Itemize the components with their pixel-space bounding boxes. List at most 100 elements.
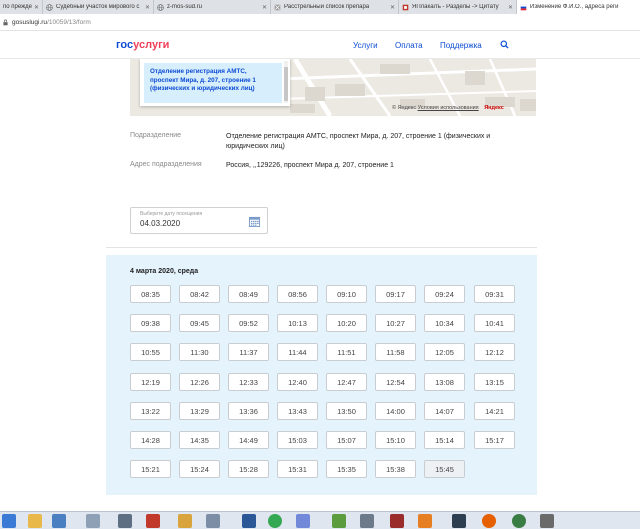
time-slot[interactable]: 08:35	[130, 285, 171, 303]
media-icon[interactable]	[206, 514, 220, 528]
nav-payment-link[interactable]: Оплата	[395, 41, 423, 50]
time-slot[interactable]: 09:24	[424, 285, 465, 303]
time-slot[interactable]: 13:43	[277, 402, 318, 420]
time-slot[interactable]: 10:27	[375, 314, 416, 332]
browser-tab[interactable]: по прежде ✕	[0, 0, 43, 14]
time-slot[interactable]: 13:15	[474, 373, 515, 391]
time-slot[interactable]: 14:35	[179, 431, 220, 449]
time-slot[interactable]: 15:38	[375, 460, 416, 478]
scissors-icon[interactable]	[86, 514, 100, 528]
app-icon-2[interactable]	[360, 514, 374, 528]
firefox-icon[interactable]	[482, 514, 496, 528]
time-slot[interactable]: 13:22	[130, 402, 171, 420]
time-slot[interactable]: 15:24	[179, 460, 220, 478]
time-slot[interactable]: 14:28	[130, 431, 171, 449]
tab-title: Изменение Ф.И.О., адреса реги	[530, 4, 619, 10]
discord-icon[interactable]	[296, 514, 310, 528]
app-icon-5[interactable]	[452, 514, 466, 528]
date-field-value[interactable]: 04.03.2020	[140, 219, 180, 228]
chrome-icon[interactable]	[268, 514, 282, 528]
time-slot[interactable]: 08:56	[277, 285, 318, 303]
time-slot-selected[interactable]: 15:45	[424, 460, 465, 478]
time-slot[interactable]: 12:26	[179, 373, 220, 391]
app-icon-4[interactable]	[418, 514, 432, 528]
settings-app-icon[interactable]	[332, 514, 346, 528]
time-slot[interactable]: 10:34	[424, 314, 465, 332]
tab-title: z-mos-sud.ru	[167, 4, 203, 10]
time-slot[interactable]: 08:42	[179, 285, 220, 303]
file-explorer-icon[interactable]	[28, 514, 42, 528]
time-slot[interactable]: 09:52	[228, 314, 269, 332]
time-slot[interactable]: 15:31	[277, 460, 318, 478]
time-slot[interactable]: 12:54	[375, 373, 416, 391]
time-slot[interactable]: 11:51	[326, 343, 367, 361]
gosuslugi-logo[interactable]: госуслуги	[116, 39, 169, 51]
time-slot[interactable]: 13:36	[228, 402, 269, 420]
browser-tab-active[interactable]: Изменение Ф.И.О., адреса реги	[517, 0, 640, 14]
nav-support-link[interactable]: Поддержка	[440, 41, 482, 50]
time-slot[interactable]: 15:07	[326, 431, 367, 449]
time-slot[interactable]: 11:44	[277, 343, 318, 361]
map-terms-link[interactable]: Условия использования	[418, 105, 479, 111]
time-slot[interactable]: 12:33	[228, 373, 269, 391]
time-slot[interactable]: 14:07	[424, 402, 465, 420]
time-slot[interactable]: 12:47	[326, 373, 367, 391]
nav-services-link[interactable]: Услуги	[353, 41, 378, 50]
time-slot[interactable]: 10:55	[130, 343, 171, 361]
media-player-icon[interactable]	[52, 514, 66, 528]
app-icon-6[interactable]	[512, 514, 526, 528]
app-icon-7[interactable]	[540, 514, 554, 528]
browser-tab[interactable]: z-mos-sud.ru ✕	[154, 0, 271, 14]
time-slot[interactable]: 14:21	[474, 402, 515, 420]
time-slot[interactable]: 11:37	[228, 343, 269, 361]
time-slot[interactable]: 13:08	[424, 373, 465, 391]
time-slot[interactable]: 12:40	[277, 373, 318, 391]
time-slot[interactable]: 09:17	[375, 285, 416, 303]
time-slot[interactable]: 15:17	[474, 431, 515, 449]
time-slot[interactable]: 14:00	[375, 402, 416, 420]
time-slot[interactable]: 15:28	[228, 460, 269, 478]
close-icon[interactable]: ✕	[34, 4, 39, 11]
time-slot[interactable]: 15:21	[130, 460, 171, 478]
time-slot[interactable]: 08:49	[228, 285, 269, 303]
time-slot[interactable]: 11:58	[375, 343, 416, 361]
time-slot[interactable]: 09:38	[130, 314, 171, 332]
acrobat-icon[interactable]	[146, 514, 160, 528]
time-slot[interactable]: 15:10	[375, 431, 416, 449]
visit-date-field[interactable]: Выберите дату посещения 04.03.2020	[130, 207, 268, 234]
close-icon[interactable]: ✕	[508, 4, 513, 11]
close-icon[interactable]: ✕	[145, 4, 150, 11]
time-slot[interactable]: 12:05	[424, 343, 465, 361]
time-slot[interactable]: 12:19	[130, 373, 171, 391]
time-slot[interactable]: 13:29	[179, 402, 220, 420]
app-icon[interactable]	[118, 514, 132, 528]
yandex-brand[interactable]: Яндекс	[484, 105, 504, 111]
address-bar[interactable]: gosuslugi.ru/10059/13/form	[0, 14, 640, 31]
word-icon[interactable]	[242, 514, 256, 528]
calendar-icon[interactable]	[249, 216, 260, 227]
time-slot[interactable]: 12:12	[474, 343, 515, 361]
time-slot[interactable]: 09:45	[179, 314, 220, 332]
time-slot[interactable]: 10:41	[474, 314, 515, 332]
app-icon-3[interactable]	[390, 514, 404, 528]
close-icon[interactable]: ✕	[390, 4, 395, 11]
time-slot[interactable]: 14:49	[228, 431, 269, 449]
time-slot[interactable]: 11:30	[179, 343, 220, 361]
time-slot[interactable]: 15:03	[277, 431, 318, 449]
folder-icon[interactable]	[178, 514, 192, 528]
time-slot[interactable]: 10:20	[326, 314, 367, 332]
time-slot[interactable]: 09:31	[474, 285, 515, 303]
yandex-map[interactable]: Отделение регистрация АМТС, проспект Мир…	[130, 59, 536, 116]
time-slot[interactable]: 15:35	[326, 460, 367, 478]
time-slot[interactable]: 15:14	[424, 431, 465, 449]
browser-tab[interactable]: ЯПлакалъ - Разделы -> Цитату ✕	[399, 0, 517, 14]
start-button-icon[interactable]	[2, 514, 16, 528]
time-slot[interactable]: 09:10	[326, 285, 367, 303]
time-slot[interactable]: 10:13	[277, 314, 318, 332]
search-icon[interactable]	[500, 40, 509, 49]
close-icon[interactable]: ✕	[262, 4, 267, 11]
browser-tab[interactable]: Судебный участок мирового с ✕	[43, 0, 154, 14]
browser-tab[interactable]: Расстрельный список препара ✕	[271, 0, 399, 14]
map-popup-scrollbar[interactable]	[284, 61, 288, 103]
time-slot[interactable]: 13:50	[326, 402, 367, 420]
